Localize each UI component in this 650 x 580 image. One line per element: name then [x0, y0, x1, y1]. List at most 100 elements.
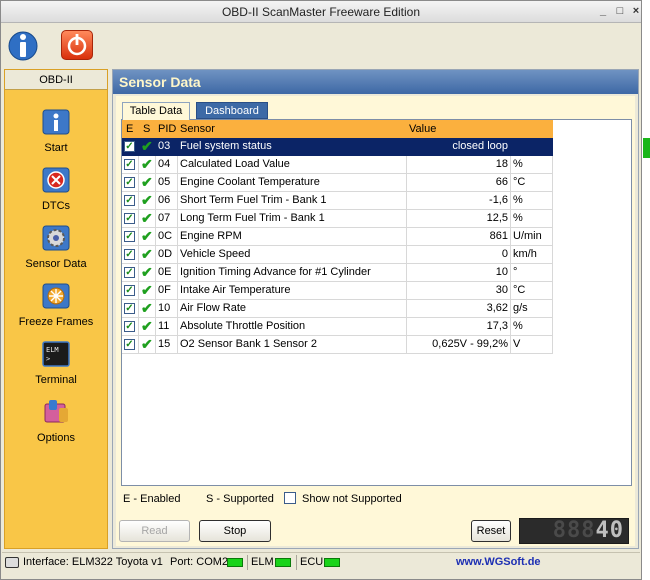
- value-cell: 10: [407, 264, 511, 282]
- enabled-checkbox[interactable]: ✓: [124, 285, 135, 296]
- table-row[interactable]: ✓ ✔ 0E Ignition Timing Advance for #1 Cylin…: [122, 264, 553, 282]
- column-header-value[interactable]: Value: [407, 120, 436, 138]
- enabled-checkbox[interactable]: ✓: [124, 303, 135, 314]
- enabled-cell: ✓: [122, 246, 139, 264]
- table-row[interactable]: ✓ ✔ 04 Calculated Load Value 18%: [122, 156, 553, 174]
- sidebar-item-label: Sensor Data: [25, 258, 87, 270]
- status-separator: [296, 555, 297, 570]
- close-button[interactable]: ×: [628, 4, 644, 19]
- enabled-cell: ✓: [122, 156, 139, 174]
- pid-cell: 03: [156, 138, 178, 156]
- info-icon: [41, 108, 71, 136]
- enabled-checkbox[interactable]: ✓: [124, 321, 135, 332]
- sensor-cell: Long Term Fuel Trim - Bank 1: [178, 210, 407, 228]
- table-row[interactable]: ✓ ✔ 0F Intake Air Temperature 30 °C: [122, 282, 553, 300]
- status-port: Port: COM2: [170, 556, 229, 568]
- read-button[interactable]: Read: [119, 520, 190, 542]
- status-interface: Interface: ELM322 Toyota v1: [23, 556, 163, 568]
- enabled-checkbox[interactable]: ✓: [124, 339, 135, 350]
- enabled-checkbox[interactable]: ✓: [124, 213, 135, 224]
- sidebar-item-label: Freeze Frames: [18, 316, 94, 328]
- svg-text:ELM: ELM: [46, 346, 59, 354]
- sidebar-item-label: Options: [37, 432, 75, 444]
- enabled-checkbox[interactable]: ✓: [124, 267, 135, 278]
- enabled-checkbox[interactable]: ✓: [124, 195, 135, 206]
- column-header-pid[interactable]: PID: [156, 120, 176, 138]
- supported-cell: ✔: [139, 228, 156, 246]
- info-icon[interactable]: [7, 28, 39, 62]
- sidebar-item-dtcs[interactable]: DTCs: [5, 166, 107, 224]
- table-row[interactable]: ✓ ✔ 03 Fuel system status closed loop: [122, 138, 553, 156]
- value-cell: 3,62: [407, 300, 511, 318]
- unit-cell: g/s: [511, 300, 553, 318]
- table-row[interactable]: ✓ ✔ 0C Engine RPM 861 U/min: [122, 228, 553, 246]
- power-icon[interactable]: [61, 30, 93, 60]
- enabled-cell: ✓: [122, 318, 139, 336]
- minimize-button[interactable]: _: [595, 4, 611, 19]
- tab-dashboard[interactable]: Dashboard: [196, 102, 268, 119]
- enabled-cell: ✓: [122, 282, 139, 300]
- enabled-cell: ✓: [122, 174, 139, 192]
- status-bar: Interface: ELM322 Toyota v1 Port: COM2 E…: [2, 552, 640, 572]
- table-row[interactable]: ✓ ✔ 05 Engine Coolant Temperature 66 °C: [122, 174, 553, 192]
- column-header-supported[interactable]: S: [141, 120, 150, 138]
- pid-cell: 0E: [156, 264, 178, 282]
- unit-cell: °: [511, 264, 553, 282]
- maximize-button[interactable]: □: [612, 4, 628, 19]
- show-not-supported-checkbox[interactable]: [284, 492, 296, 504]
- column-header-enabled[interactable]: E: [124, 120, 133, 138]
- unit-cell: km/h: [511, 246, 553, 264]
- tab-table-data[interactable]: Table Data: [122, 102, 190, 120]
- sidebar-item-options[interactable]: Options: [5, 398, 107, 456]
- enabled-cell: ✓: [122, 228, 139, 246]
- unit-cell: V: [511, 336, 553, 354]
- enabled-checkbox[interactable]: ✓: [124, 177, 135, 188]
- side-arrow-icon: [643, 138, 650, 158]
- sidebar: OBD-II Start DTCs Sensor Data Freeze Fra…: [4, 69, 108, 549]
- table-header: E S PID Sensor Value: [122, 120, 553, 138]
- enabled-checkbox[interactable]: ✓: [124, 249, 135, 260]
- supported-check-icon: ✔: [141, 300, 153, 316]
- enabled-cell: ✓: [122, 336, 139, 354]
- value-cell: 0: [407, 246, 511, 264]
- unit-cell: °C: [511, 174, 553, 192]
- sidebar-item-label: Start: [44, 142, 68, 154]
- website-link[interactable]: www.WGSoft.de: [456, 553, 541, 572]
- value-cell: 17,3: [407, 318, 511, 336]
- enabled-cell: ✓: [122, 192, 139, 210]
- panel-title: Sensor Data: [113, 70, 638, 94]
- enabled-checkbox[interactable]: ✓: [124, 159, 135, 170]
- table-row[interactable]: ✓ ✔ 06 Short Term Fuel Trim - Bank 1 -1,6%: [122, 192, 553, 210]
- table-row[interactable]: ✓ ✔ 0D Vehicle Speed 0 km/h: [122, 246, 553, 264]
- enabled-checkbox[interactable]: ✓: [124, 141, 135, 152]
- supported-cell: ✔: [139, 264, 156, 282]
- table-row[interactable]: ✓ ✔ 10 Air Flow Rate 3,62 g/s: [122, 300, 553, 318]
- table-row[interactable]: ✓ ✔ 15 O2 Sensor Bank 1 Sensor 2 0,625V - 99…: [122, 336, 553, 354]
- title-bar[interactable]: OBD-II ScanMaster Freeware Edition _ □ ×: [1, 1, 641, 23]
- lcd-counter: 88840: [519, 518, 629, 544]
- sidebar-item-sensor-data[interactable]: Sensor Data: [5, 224, 107, 282]
- unit-cell: [511, 138, 553, 156]
- sidebar-item-terminal[interactable]: ELM > Terminal: [5, 340, 107, 398]
- supported-check-icon: ✔: [141, 156, 153, 172]
- sensor-cell: Engine RPM: [178, 228, 407, 246]
- enabled-checkbox[interactable]: ✓: [124, 231, 135, 242]
- enabled-cell: ✓: [122, 210, 139, 228]
- show-not-supported-label[interactable]: Show not Supported: [302, 493, 402, 505]
- error-icon: [41, 166, 71, 194]
- supported-cell: ✔: [139, 336, 156, 354]
- enabled-cell: ✓: [122, 138, 139, 156]
- stop-button[interactable]: Stop: [199, 520, 271, 542]
- reset-button[interactable]: Reset: [471, 520, 511, 542]
- sidebar-item-start[interactable]: Start: [5, 108, 107, 166]
- value-cell: 30: [407, 282, 511, 300]
- column-header-sensor[interactable]: Sensor: [178, 120, 215, 138]
- table-row[interactable]: ✓ ✔ 07 Long Term Fuel Trim - Bank 1 12,5%: [122, 210, 553, 228]
- svg-text:>: >: [46, 355, 50, 363]
- enabled-cell: ✓: [122, 264, 139, 282]
- table-row[interactable]: ✓ ✔ 11 Absolute Throttle Position 17,3%: [122, 318, 553, 336]
- window-title: OBD-II ScanMaster Freeware Edition: [221, 5, 421, 19]
- status-separator: [247, 555, 248, 570]
- sidebar-item-freeze-frames[interactable]: Freeze Frames: [5, 282, 107, 340]
- sensor-table: E S PID Sensor Value ✓ ✔ 03 Fuel system sta…: [121, 119, 632, 486]
